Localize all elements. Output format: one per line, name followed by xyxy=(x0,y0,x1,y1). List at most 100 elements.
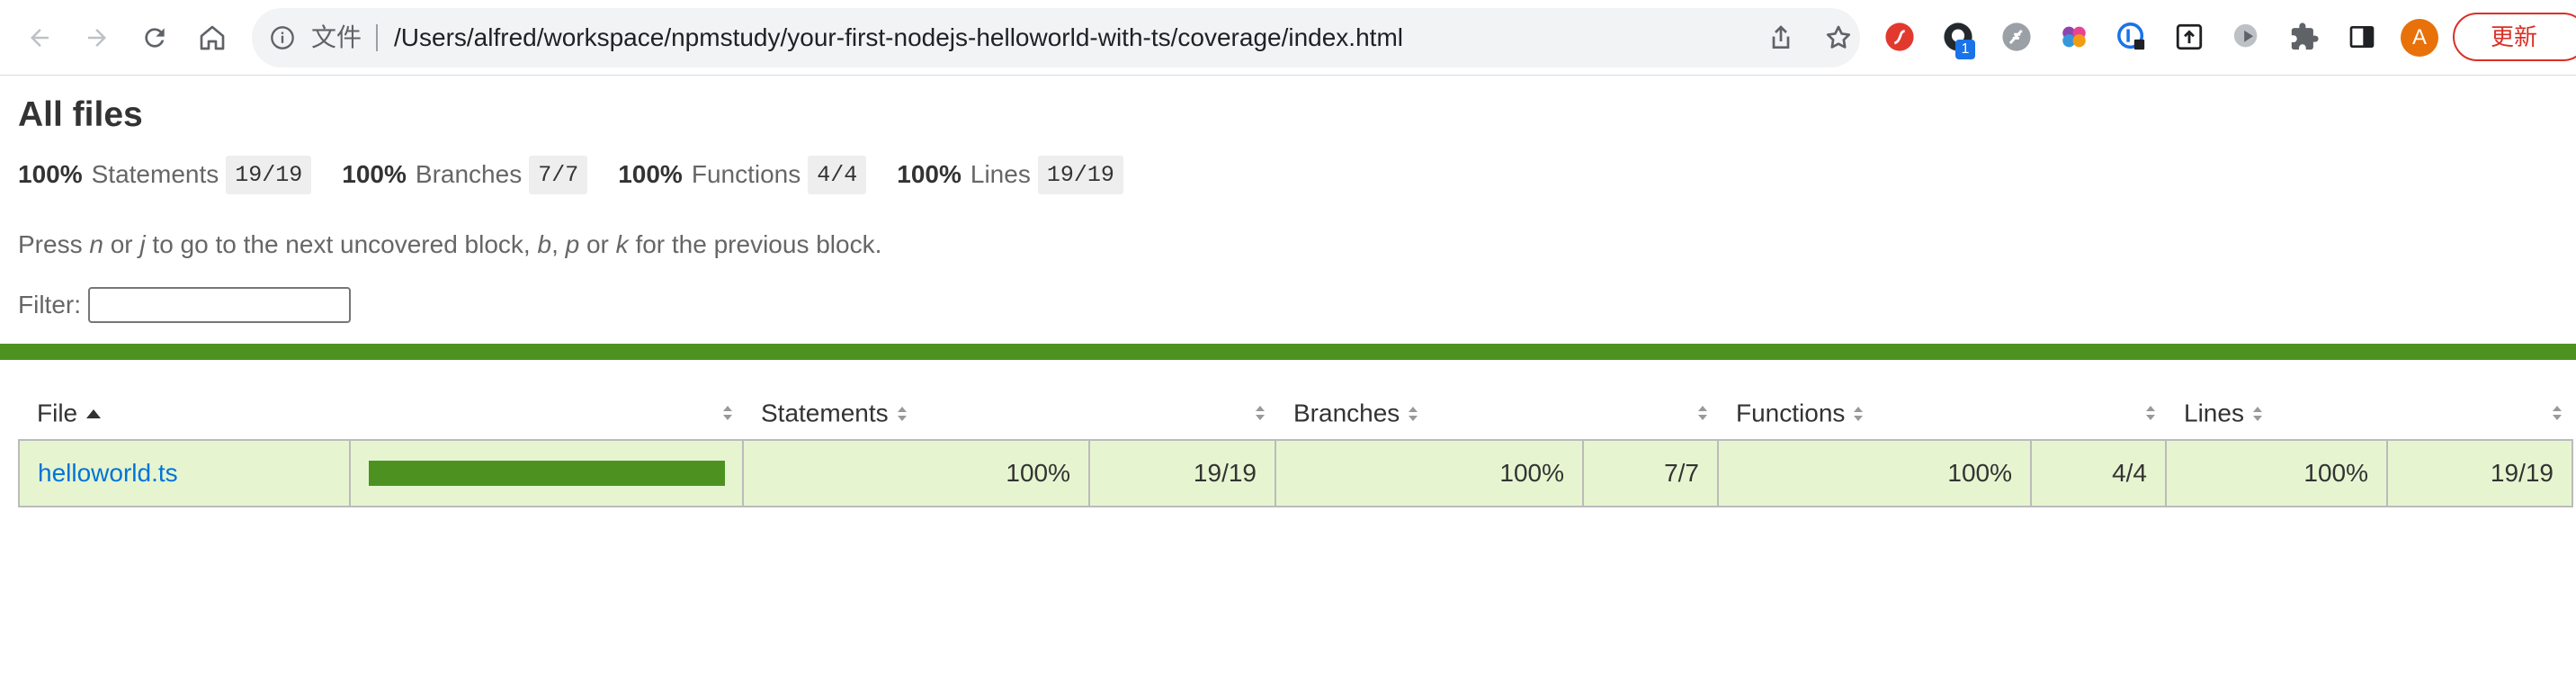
col-functions-label: Functions xyxy=(1736,399,1846,427)
upload-ext-icon[interactable] xyxy=(2173,21,2205,53)
hint-text: or xyxy=(579,230,616,258)
sort-icon xyxy=(1854,406,1864,421)
password-lock-ext-icon[interactable] xyxy=(2115,21,2148,53)
sort-icon xyxy=(2553,406,2562,420)
url-text[interactable]: /Users/alfred/workspace/npmstudy/your-fi… xyxy=(394,8,1403,67)
bookmark-star-icon[interactable] xyxy=(1824,23,1853,52)
summary-statements: 100% Statements 19/19 xyxy=(18,155,312,194)
summary-functions: 100% Functions 4/4 xyxy=(618,155,867,194)
coverage-table: File Statements Branches Functions Lines… xyxy=(18,387,2573,507)
hint-text: to go to the next uncovered block, xyxy=(145,230,538,258)
lines-pct-cell: 100% xyxy=(2165,439,2388,507)
address-bar[interactable]: 文件 /Users/alfred/workspace/npmstudy/your… xyxy=(252,8,1860,67)
col-statements-frac[interactable] xyxy=(1089,387,1275,440)
side-panel-icon[interactable] xyxy=(2346,21,2378,53)
summary-fraction: 19/19 xyxy=(226,155,312,194)
file-cell: helloworld.ts xyxy=(18,439,351,507)
sort-icon xyxy=(1256,406,1265,420)
filter-label: Filter: xyxy=(18,291,81,319)
file-scheme-label: 文件 xyxy=(311,23,362,51)
branches-frac-cell: 7/7 xyxy=(1582,439,1719,507)
hint-key: b xyxy=(537,230,552,258)
table-header-row: File Statements Branches Functions Lines xyxy=(19,387,2572,440)
summary-label: Functions xyxy=(691,160,801,188)
omnibox-divider xyxy=(376,24,378,51)
summary-pct: 100% xyxy=(18,160,83,188)
col-lines-label: Lines xyxy=(2184,399,2244,427)
col-lines-frac[interactable] xyxy=(2387,387,2572,440)
sort-icon xyxy=(2252,406,2262,421)
lines-frac-cell: 19/19 xyxy=(2386,439,2573,507)
summary-fraction: 4/4 xyxy=(808,155,867,194)
hint-text: Press xyxy=(18,230,90,258)
puzzle-extensions-icon[interactable] xyxy=(2288,21,2321,53)
statements-pct-cell: 100% xyxy=(742,439,1090,507)
col-branches[interactable]: Branches xyxy=(1275,387,1583,440)
info-icon[interactable] xyxy=(270,25,295,50)
col-file-bar[interactable] xyxy=(350,387,743,440)
col-file[interactable]: File xyxy=(19,387,350,440)
coverage-summary: 100% Statements 19/19 100% Branches 7/7 … xyxy=(18,155,1154,194)
coverage-bar-cell xyxy=(349,439,744,507)
feather-ext-icon[interactable] xyxy=(2000,21,2033,53)
reload-button[interactable] xyxy=(133,16,176,59)
brain-ext-icon[interactable] xyxy=(2058,21,2090,53)
hint-key: n xyxy=(89,230,103,258)
summary-fraction: 19/19 xyxy=(1037,155,1123,194)
update-button[interactable]: 更新 xyxy=(2453,13,2576,61)
branches-pct-cell: 100% xyxy=(1275,439,1584,507)
browser-toolbar: 文件 /Users/alfred/workspace/npmstudy/your… xyxy=(0,0,2576,76)
sort-icon xyxy=(2146,406,2155,420)
reload-icon xyxy=(145,28,165,48)
summary-label: Lines xyxy=(970,160,1031,188)
summary-fraction: 7/7 xyxy=(529,155,588,194)
home-button[interactable] xyxy=(191,16,234,59)
coverage-bar-fill xyxy=(369,461,725,486)
col-branches-frac[interactable] xyxy=(1583,387,1718,440)
col-functions-frac[interactable] xyxy=(2031,387,2166,440)
coverage-bar xyxy=(369,461,725,486)
sort-icon xyxy=(1409,406,1418,421)
media-ext-icon[interactable] xyxy=(2231,21,2263,53)
coverage-status-bar xyxy=(0,344,2576,360)
col-functions[interactable]: Functions xyxy=(1718,387,2031,440)
col-branches-label: Branches xyxy=(1293,399,1400,427)
summary-lines: 100% Lines 19/19 xyxy=(897,155,1123,194)
hint-key: p xyxy=(565,230,580,258)
share-icon[interactable] xyxy=(1767,23,1795,52)
summary-label: Statements xyxy=(91,160,219,188)
back-arrow-icon xyxy=(31,29,49,47)
table-row: helloworld.ts 100% 19/19 100% 7/7 100% 4… xyxy=(18,439,2573,507)
summary-branches: 100% Branches 7/7 xyxy=(342,155,588,194)
hint-text: , xyxy=(551,230,566,258)
extension-count-badge: 1 xyxy=(1955,40,1975,59)
sort-icon xyxy=(897,406,907,421)
summary-pct: 100% xyxy=(618,160,683,188)
functions-frac-cell: 4/4 xyxy=(2030,439,2167,507)
hint-key: k xyxy=(615,230,629,258)
functions-pct-cell: 100% xyxy=(1717,439,2032,507)
sort-ascending-icon xyxy=(86,408,102,418)
summary-label: Branches xyxy=(415,160,523,188)
file-link[interactable]: helloworld.ts xyxy=(38,459,178,487)
back-button[interactable] xyxy=(18,16,61,59)
col-file-label: File xyxy=(37,399,78,427)
statements-frac-cell: 19/19 xyxy=(1088,439,1276,507)
col-statements-label: Statements xyxy=(761,399,889,427)
col-statements[interactable]: Statements xyxy=(743,387,1089,440)
keyboard-hint: Press n or j to go to the next uncovered… xyxy=(18,230,881,259)
forward-arrow-icon xyxy=(88,29,106,47)
hint-text: or xyxy=(103,230,140,258)
summary-pct: 100% xyxy=(897,160,962,188)
filter-input[interactable] xyxy=(88,287,351,323)
filter-row: Filter: xyxy=(18,286,351,324)
hint-text: for the previous block. xyxy=(628,230,882,258)
page-title: All files xyxy=(18,95,143,134)
forward-button[interactable] xyxy=(76,16,119,59)
home-icon xyxy=(200,25,225,50)
sort-icon xyxy=(723,406,732,420)
summary-pct: 100% xyxy=(342,160,407,188)
col-lines[interactable]: Lines xyxy=(2166,387,2387,440)
profile-avatar[interactable]: A xyxy=(2401,19,2438,57)
flash-ext-icon[interactable] xyxy=(1883,21,1916,53)
